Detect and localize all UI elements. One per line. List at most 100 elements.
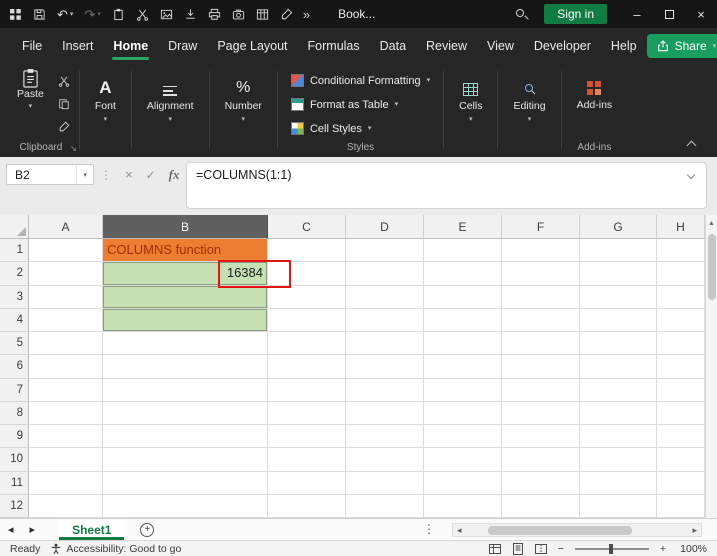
cell-E4[interactable] [424,309,502,332]
paintbrush-icon[interactable] [280,7,293,21]
column-header-F[interactable]: F [502,215,580,239]
close-button[interactable]: × [685,7,717,22]
column-header-C[interactable]: C [268,215,346,239]
cell-G12[interactable] [580,495,657,518]
cell-G9[interactable] [580,425,657,448]
cell-H7[interactable] [657,379,705,402]
tab-formulas[interactable]: Formulas [298,28,370,64]
cell-C7[interactable] [268,379,346,402]
cell-D2[interactable] [346,262,424,285]
cell-E12[interactable] [424,495,502,518]
app-grid-icon[interactable] [9,7,22,21]
picture-icon[interactable] [160,7,173,21]
sign-in-button[interactable]: Sign in [544,4,607,24]
cell-B3[interactable] [103,286,268,309]
cell-H3[interactable] [657,286,705,309]
cell-G2[interactable] [580,262,657,285]
tab-help[interactable]: Help [601,28,647,64]
collapse-ribbon-chevron-icon[interactable] [687,139,697,148]
cell-D6[interactable] [346,355,424,378]
cell-C5[interactable] [268,332,346,355]
camera-icon[interactable] [232,7,245,21]
cell-E7[interactable] [424,379,502,402]
cell-C10[interactable] [268,448,346,471]
sheet-nav-right-icon[interactable]: ▸ [22,523,44,536]
cell-G4[interactable] [580,309,657,332]
share-button[interactable]: Share ▾ [647,34,717,58]
column-header-H[interactable]: H [657,215,705,239]
name-box[interactable]: B2 ▾ [6,164,94,185]
cell-H9[interactable] [657,425,705,448]
cell-C4[interactable] [268,309,346,332]
expand-formula-bar-icon[interactable] [687,172,697,182]
zoom-in-button[interactable]: + [660,543,666,555]
cell-C12[interactable] [268,495,346,518]
column-header-D[interactable]: D [346,215,424,239]
undo-button[interactable]: ↶▾ [57,8,73,21]
page-break-preview-icon[interactable] [535,542,547,556]
cell-H1[interactable] [657,239,705,262]
cell-D3[interactable] [346,286,424,309]
tab-developer[interactable]: Developer [524,28,601,64]
row-header-9[interactable]: 9 [0,425,29,448]
cells-group-button[interactable]: Cells ▾ [449,69,492,157]
minimize-button[interactable]: – [621,7,653,22]
alignment-group-button[interactable]: Alignment ▾ [137,69,204,157]
paste-button[interactable]: Paste ▾ [12,71,49,134]
format-painter-button[interactable] [58,120,70,134]
cell-F10[interactable] [502,448,580,471]
accessibility-status[interactable]: Accessibility: Good to go [50,542,181,556]
cell-F8[interactable] [502,402,580,425]
clipboard-icon[interactable] [112,7,125,21]
cell-G11[interactable] [580,472,657,495]
cell-D1[interactable] [346,239,424,262]
search-icon[interactable] [515,8,528,21]
cell-G7[interactable] [580,379,657,402]
cell-C1[interactable] [268,239,346,262]
cell-C11[interactable] [268,472,346,495]
cell-F5[interactable] [502,332,580,355]
horizontal-scrollbar-thumb[interactable] [488,526,632,535]
scroll-left-icon[interactable]: ◂ [453,525,466,536]
table-icon[interactable] [256,7,269,21]
row-header-12[interactable]: 12 [0,495,29,518]
cell-D9[interactable] [346,425,424,448]
row-header-10[interactable]: 10 [0,448,29,471]
cell-D11[interactable] [346,472,424,495]
tab-page-layout[interactable]: Page Layout [207,28,297,64]
cell-G10[interactable] [580,448,657,471]
row-header-1[interactable]: 1 [0,239,29,262]
zoom-out-button[interactable]: − [558,543,564,555]
tab-file[interactable]: File [12,28,52,64]
row-header-5[interactable]: 5 [0,332,29,355]
column-header-A[interactable]: A [29,215,103,239]
row-header-2[interactable]: 2 [0,262,29,285]
cell-F6[interactable] [502,355,580,378]
toolbar-overflow-chevron[interactable]: » [303,7,310,22]
cell-C6[interactable] [268,355,346,378]
cell-A11[interactable] [29,472,103,495]
tab-draw[interactable]: Draw [158,28,207,64]
cell-D7[interactable] [346,379,424,402]
cell-B6[interactable] [103,355,268,378]
row-header-3[interactable]: 3 [0,286,29,309]
cell-B10[interactable] [103,448,268,471]
column-header-G[interactable]: G [580,215,657,239]
cell-D12[interactable] [346,495,424,518]
cut-button[interactable] [58,74,70,88]
cell-B7[interactable] [103,379,268,402]
normal-view-icon[interactable] [489,542,501,556]
addins-button[interactable]: Add-ins [567,69,623,111]
format-as-table-button[interactable]: Format as Table ▾ [291,94,430,115]
cell-F1[interactable] [502,239,580,262]
zoom-slider-thumb[interactable] [609,544,613,554]
cell-A7[interactable] [29,379,103,402]
cell-B12[interactable] [103,495,268,518]
cell-E5[interactable] [424,332,502,355]
horizontal-scrollbar[interactable]: ◂ ▸ [452,523,702,537]
tab-view[interactable]: View [477,28,524,64]
tab-home[interactable]: Home [103,28,158,64]
redo-button[interactable]: ↷▾ [84,8,100,21]
cell-A2[interactable] [29,262,103,285]
tab-data[interactable]: Data [370,28,416,64]
